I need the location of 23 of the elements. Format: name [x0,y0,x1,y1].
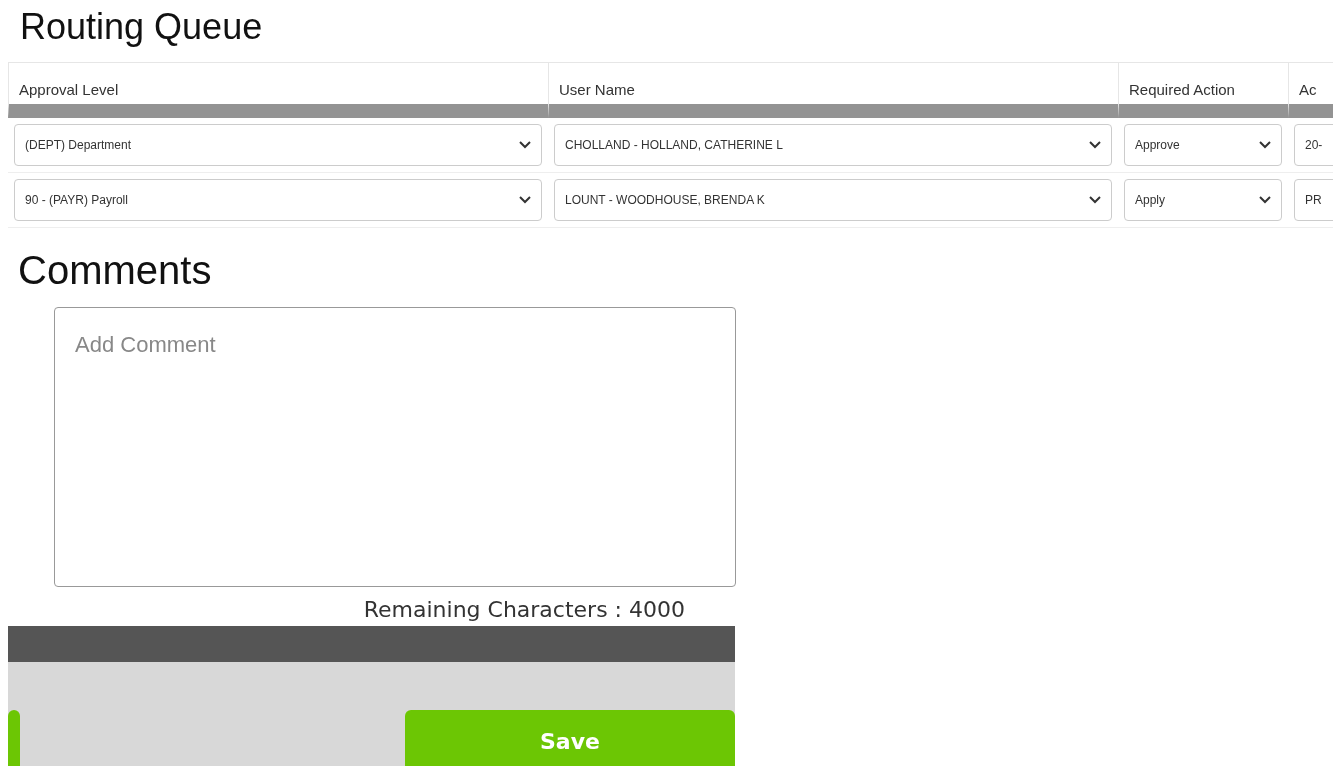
comment-field[interactable]: Add Comment [54,307,736,587]
section-title: Comments [18,248,213,293]
remaining-characters: Remaining Characters : 4000 [362,596,686,624]
chevron-down-icon [519,141,531,149]
chevron-down-icon [1259,196,1271,204]
select-field[interactable]: (DEPT) Department [14,124,542,166]
select-field[interactable]: Apply [1124,179,1282,221]
column-header: Ac [1288,62,1333,118]
select-field[interactable]: 20- [1294,124,1333,166]
column-header: Approval Level [8,62,548,118]
select-field[interactable]: CHOLLAND - HOLLAND, CATHERINE L [554,124,1112,166]
chevron-down-icon [1089,141,1101,149]
chevron-down-icon [1259,141,1271,149]
column-header: User Name [548,62,1118,118]
chevron-down-icon [519,196,531,204]
button[interactable] [8,710,20,766]
select-field[interactable]: Approve [1124,124,1282,166]
chevron-down-icon [1089,196,1101,204]
page-title: Routing Queue [20,6,264,48]
select-field[interactable]: 90 - (PAYR) Payroll [14,179,542,221]
select-field[interactable]: PR [1294,179,1333,221]
column-header: Required Action [1118,62,1288,118]
select-field[interactable]: LOUNT - WOODHOUSE, BRENDA K [554,179,1112,221]
